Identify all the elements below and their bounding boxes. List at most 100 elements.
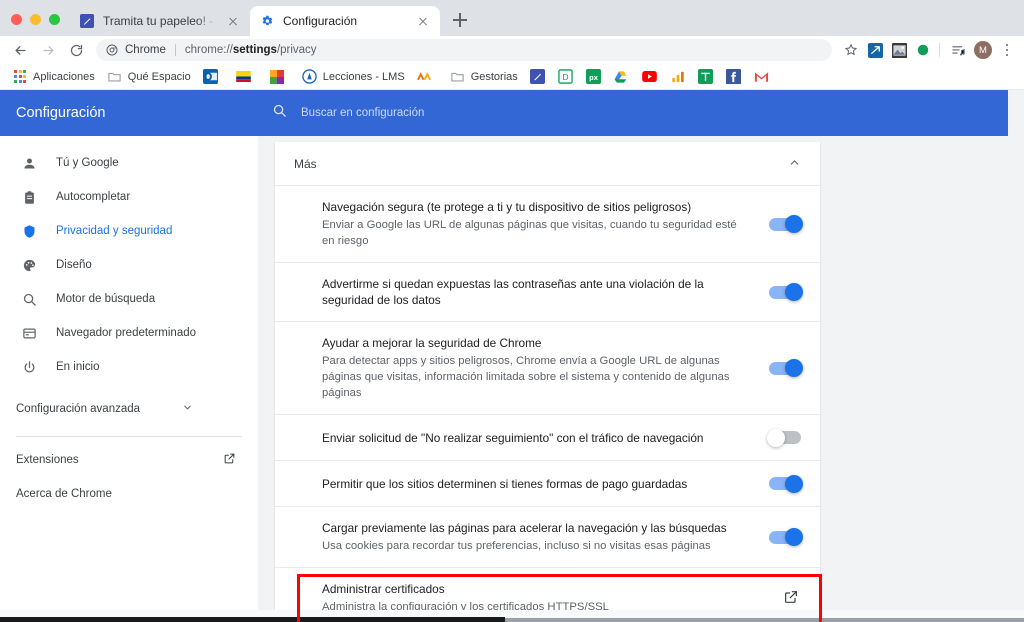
toggle-mejorar-seguridad[interactable] — [769, 359, 803, 377]
colombia-flag-icon — [236, 69, 252, 85]
bookmark-gestorias[interactable]: Gestorias — [444, 67, 524, 87]
kebab-menu-icon[interactable] — [998, 43, 1016, 57]
bookmark-google-analytics[interactable] — [664, 67, 692, 87]
bookmark-pen-blue[interactable] — [524, 67, 552, 87]
bookmark-px[interactable]: px — [580, 67, 608, 87]
sidebar-item-autocompletar[interactable]: Autocompletar — [0, 180, 258, 214]
setting-row-advertirme-contrasenas[interactable]: Advertirme si quedan expuestas las contr… — [275, 263, 820, 322]
sidebar-item-label: Navegador predeterminado — [56, 327, 197, 339]
bookmark-colorful[interactable] — [263, 67, 296, 87]
sidebar-item-navegador-predeterminado[interactable]: Navegador predeterminado — [0, 316, 258, 350]
toggle-navegacion-segura[interactable] — [769, 215, 803, 233]
chrome-label: Chrome — [125, 44, 166, 56]
folder-icon — [450, 69, 466, 85]
green-dot-extension-icon[interactable] — [912, 39, 934, 61]
pen-icon — [79, 13, 95, 29]
power-icon — [20, 358, 38, 376]
tab-configuracion[interactable]: Configuración — [250, 6, 440, 36]
bookmark-label: Gestorias — [470, 70, 518, 83]
bookmark-aplicaciones[interactable]: Aplicaciones — [6, 67, 101, 87]
sidebar-item-privacidad-y-seguridad[interactable]: Privacidad y seguridad — [0, 214, 258, 248]
bookmark-colombia[interactable] — [230, 67, 263, 87]
sidebar-item-en-inicio[interactable]: En inicio — [0, 350, 258, 384]
bookmark-youtube[interactable] — [636, 67, 664, 87]
section-header-mas[interactable]: Más — [275, 142, 820, 186]
setting-row-cargar-previamente[interactable]: Cargar previamente las páginas para acel… — [275, 507, 820, 568]
youtube-icon — [642, 69, 658, 85]
bookmark-analytics[interactable] — [411, 67, 444, 87]
divider — [174, 44, 176, 56]
sidebar-item-motor-de-busqueda[interactable]: Motor de búsqueda — [0, 282, 258, 316]
external-link-icon[interactable] — [783, 589, 801, 607]
toggle-advertirme-contrasenas[interactable] — [769, 283, 803, 301]
setting-row-administrar-certificados[interactable]: Administrar certificados Administra la c… — [275, 568, 820, 610]
chevron-up-icon[interactable] — [788, 156, 801, 172]
sidebar-item-tu-y-google[interactable]: Tú y Google — [0, 146, 258, 180]
close-icon[interactable] — [225, 13, 241, 29]
apps-grid-icon — [12, 69, 28, 85]
bookmark-google-drive[interactable] — [608, 67, 636, 87]
minimize-window-button[interactable] — [30, 14, 41, 25]
row-title: Navegación segura (te protege a ti y tu … — [322, 200, 692, 214]
bookmark-lecciones-lms[interactable]: Lecciones - LMS — [296, 67, 411, 87]
bookmark-outlook[interactable] — [197, 67, 230, 87]
bookmark-label: Aplicaciones — [33, 70, 95, 83]
toggle-no-realizar-seguimiento[interactable] — [767, 428, 801, 447]
reload-icon[interactable] — [64, 38, 88, 62]
row-text: Permitir que los sitios determinen si ti… — [322, 476, 769, 492]
row-subtitle: Administra la configuración y los certif… — [322, 601, 609, 610]
bookmark-facebook[interactable] — [720, 67, 748, 87]
toggle-cargar-previamente[interactable] — [769, 528, 803, 546]
settings-search[interactable]: Buscar en configuración — [258, 103, 1008, 123]
reading-list-icon[interactable] — [947, 39, 969, 61]
toggle-formas-de-pago[interactable] — [769, 474, 803, 493]
docs-green-icon: D — [558, 69, 574, 85]
setting-row-formas-de-pago[interactable]: Permitir que los sitios determinen si ti… — [275, 461, 820, 507]
search-input[interactable]: Buscar en configuración — [301, 107, 424, 119]
tab-strip: Tramita tu papeleo! - Entre Trá Configur… — [0, 0, 1024, 36]
maximize-window-button[interactable] — [49, 14, 60, 25]
sidebar-item-label: Autocompletar — [56, 191, 131, 203]
settings-sidebar: Tú y Google Autocompletar Privacidad y s… — [0, 136, 258, 610]
browser-window: Tramita tu papeleo! - Entre Trá Configur… — [0, 0, 1024, 622]
outlook-icon — [203, 69, 219, 85]
pen-blue-icon — [530, 69, 546, 85]
folder-icon — [107, 69, 123, 85]
browser-toolbar: Chrome chrome://settings/privacy M — [0, 36, 1024, 64]
sidebar-item-diseno[interactable]: Diseño — [0, 248, 258, 282]
bookmarks-bar: Aplicaciones Qué Espacio Lecciones - LMS… — [0, 64, 1024, 90]
sidebar-item-extensiones[interactable]: Extensiones — [0, 443, 258, 477]
bookmark-label: Qué Espacio — [127, 70, 191, 83]
close-window-button[interactable] — [11, 14, 22, 25]
google-analytics-icon — [670, 69, 686, 85]
share-extension-icon[interactable] — [864, 39, 886, 61]
back-icon[interactable] — [8, 38, 32, 62]
bookmark-label: Lecciones - LMS — [322, 70, 405, 83]
bookmark-docs-green[interactable]: D — [552, 67, 580, 87]
settings-header: Configuración Buscar en configuración — [0, 90, 1008, 136]
tab-tramita-tu-papeleo[interactable]: Tramita tu papeleo! - Entre Trá — [70, 6, 250, 36]
row-text: Enviar solicitud de "No realizar seguimi… — [322, 430, 769, 446]
setting-row-navegacion-segura[interactable]: Navegación segura (te protege a ti y tu … — [275, 186, 820, 263]
sidebar-item-label: Diseño — [56, 259, 92, 271]
close-icon[interactable] — [415, 13, 431, 29]
row-title: Enviar solicitud de "No realizar seguimi… — [322, 430, 704, 445]
chevron-down-icon — [182, 402, 193, 416]
sidebar-item-acerca-de-chrome[interactable]: Acerca de Chrome — [0, 477, 258, 511]
avatar[interactable]: M — [974, 41, 992, 59]
address-bar[interactable]: Chrome chrome://settings/privacy — [96, 39, 832, 61]
bookmark-sheets[interactable] — [692, 67, 720, 87]
row-text: Ayudar a mejorar la seguridad de Chrome … — [322, 335, 769, 401]
image-extension-icon[interactable] — [888, 39, 910, 61]
setting-row-mejorar-seguridad[interactable]: Ayudar a mejorar la seguridad de Chrome … — [275, 322, 820, 415]
sidebar-item-label: Privacidad y seguridad — [56, 225, 173, 237]
forward-icon[interactable] — [36, 38, 60, 62]
tab-title: Tramita tu papeleo! - Entre Trá — [103, 14, 217, 28]
setting-row-no-realizar-seguimiento[interactable]: Enviar solicitud de "No realizar seguimi… — [275, 415, 820, 461]
new-tab-button[interactable] — [446, 6, 474, 34]
lms-icon — [302, 69, 318, 85]
bookmark-gmail[interactable] — [748, 67, 776, 87]
sidebar-advanced-toggle[interactable]: Configuración avanzada — [0, 390, 258, 428]
bookmark-que-espacio[interactable]: Qué Espacio — [101, 67, 197, 87]
star-icon[interactable] — [840, 39, 862, 61]
